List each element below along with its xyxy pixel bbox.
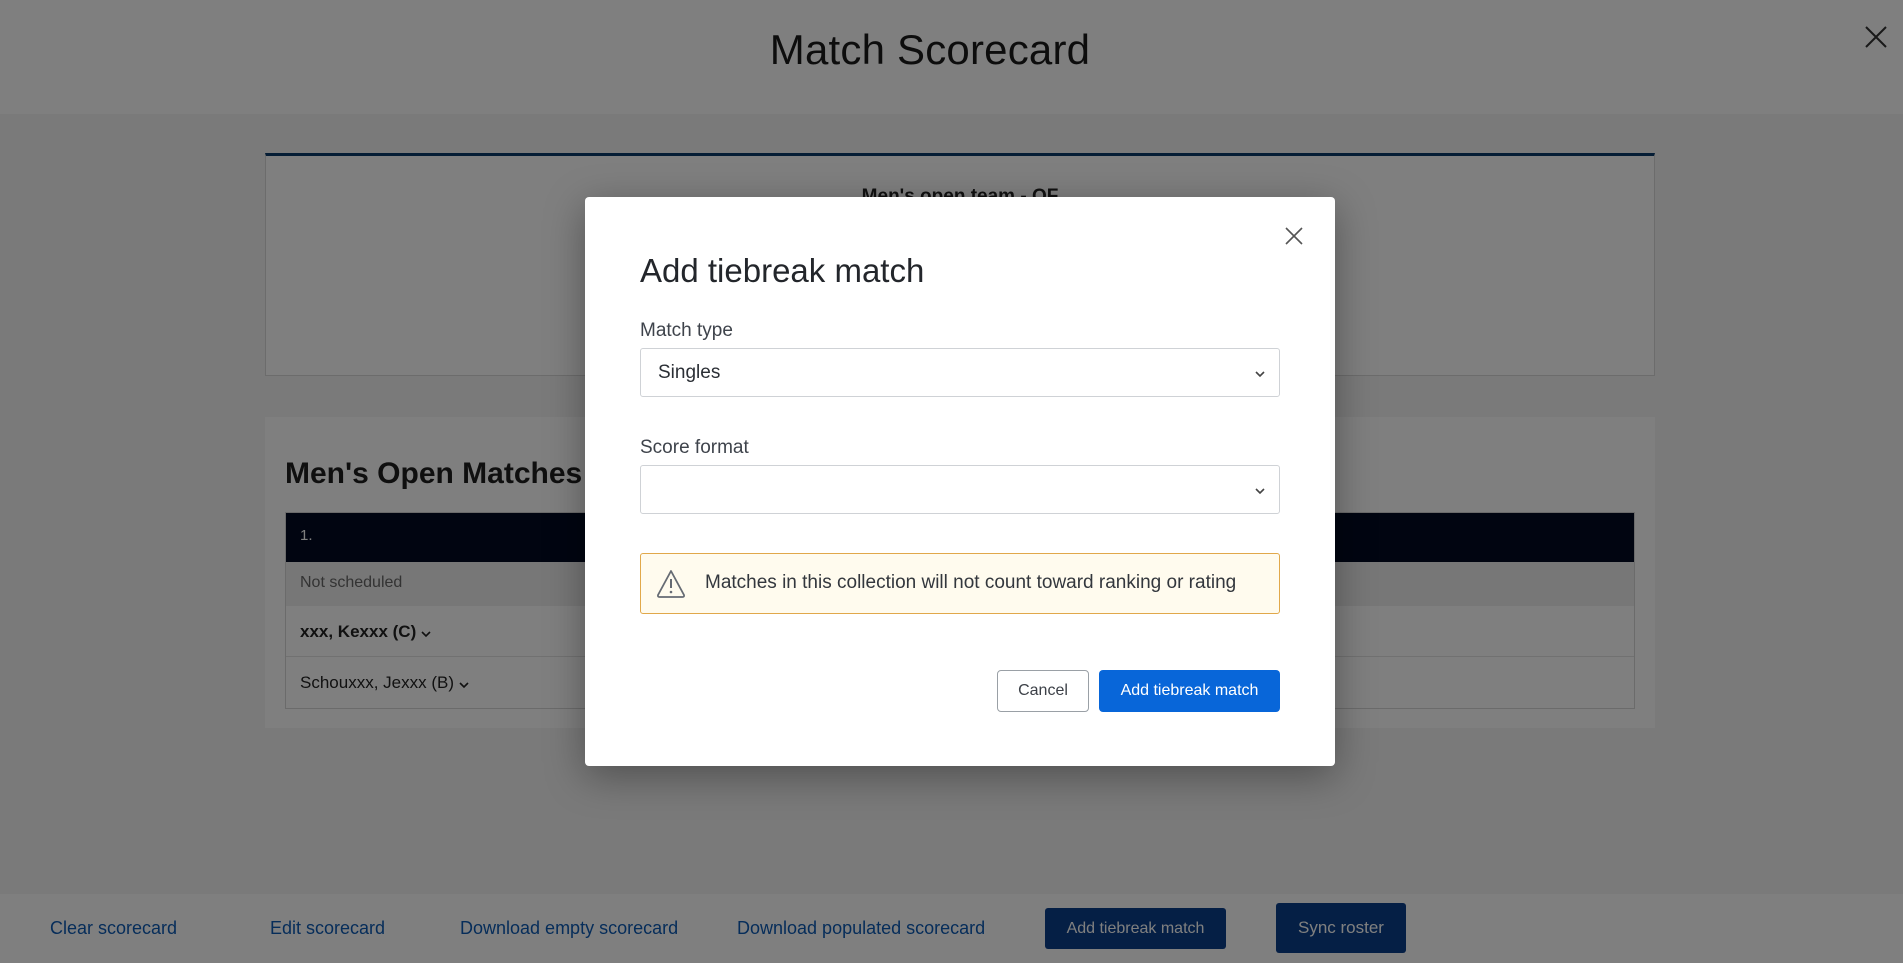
add-tiebreak-match-submit-button[interactable]: Add tiebreak match <box>1099 670 1280 712</box>
close-icon[interactable] <box>1282 224 1306 248</box>
add-tiebreak-modal: Add tiebreak match Match type Singles Sc… <box>585 197 1335 766</box>
chevron-down-icon <box>1253 484 1267 496</box>
warning-triangle-icon <box>655 568 687 600</box>
match-type-label: Match type <box>640 320 733 341</box>
score-format-select[interactable] <box>640 465 1280 514</box>
cancel-button[interactable]: Cancel <box>997 670 1089 712</box>
score-format-label: Score format <box>640 437 749 458</box>
warning-alert: Matches in this collection will not coun… <box>640 553 1280 614</box>
warning-text: Matches in this collection will not coun… <box>705 572 1237 593</box>
match-type-select[interactable]: Singles <box>640 348 1280 397</box>
modal-title: Add tiebreak match <box>640 252 925 289</box>
chevron-down-icon <box>1253 367 1267 379</box>
match-type-value: Singles <box>658 362 721 383</box>
